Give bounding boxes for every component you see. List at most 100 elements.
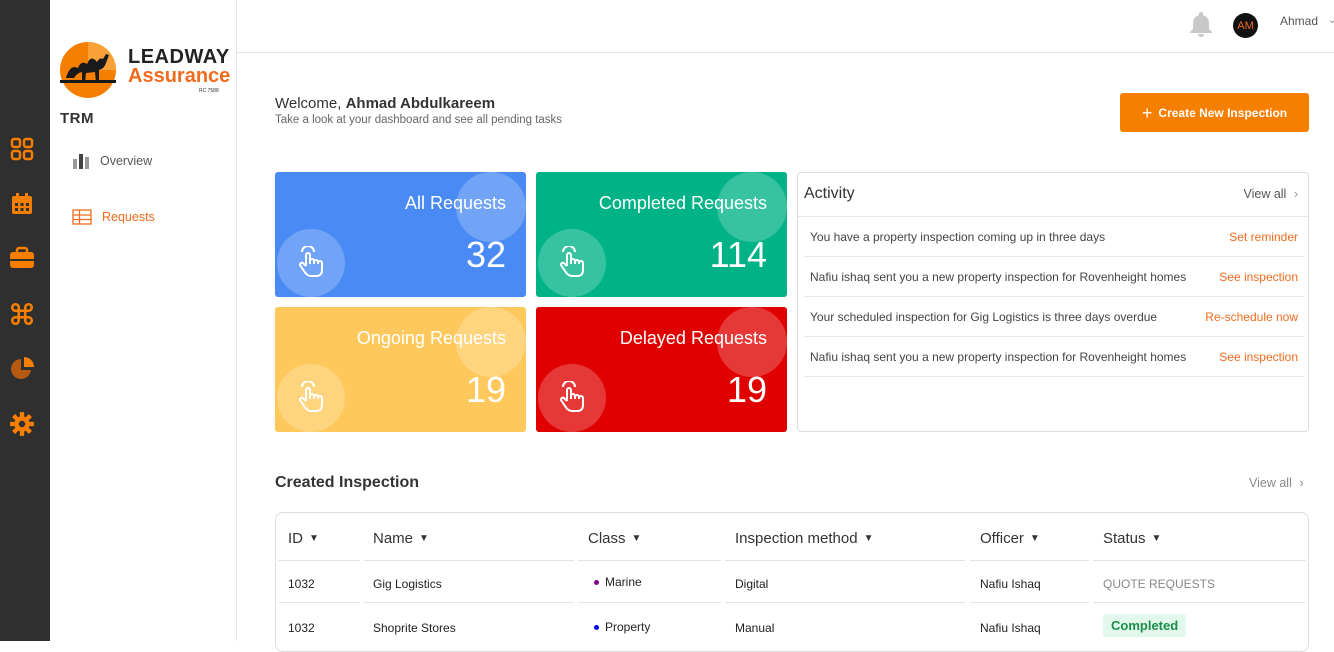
tap-hand-icon [277,229,345,297]
column-label: Name [373,530,414,547]
class-dot-icon [594,625,599,631]
sort-caret-icon: ▼ [631,533,642,544]
class-label: Marine [605,575,642,589]
column-header-class[interactable]: Class ▼ [588,530,641,547]
welcome-username: Ahmad Abdulkareem [345,95,496,112]
welcome-heading: Welcome, Ahmad Abdulkareem [275,95,495,112]
command-icon[interactable] [9,301,35,327]
column-label: Class [588,530,626,547]
brand-line2: Assurance [128,65,231,87]
sidebar-item-overview[interactable]: Overview [72,153,152,169]
briefcase-icon[interactable] [9,245,35,271]
card-title: Ongoing Requests [356,328,506,348]
chevron-right-icon: › [1293,187,1298,201]
column-header-id[interactable]: ID ▼ [288,530,319,547]
app-name: TRM [60,110,94,127]
sidebar-item-requests[interactable]: Requests [72,209,155,225]
card-count: 19 [465,369,506,410]
cell-class: Property [594,620,650,634]
chevron-down-icon[interactable]: ⌄ [1328,15,1334,26]
sidebar-item-label: Overview [100,154,153,168]
card-title: Delayed Requests [619,328,767,348]
welcome-subtitle: Take a look at your dashboard and see al… [275,114,563,126]
activity-view-all-link[interactable]: View all › [1243,187,1298,201]
brand-rc: RC 7588 [199,88,219,94]
view-all-label: View all [1249,476,1292,490]
sidebar: LEADWAY Assurance RC 7588 TRM Overview R… [50,0,237,641]
cell-officer: Nafiu Ishaq [980,621,1041,635]
status-cell: Completed [1103,614,1187,637]
plus-icon: + [1141,102,1153,123]
calendar-icon[interactable] [9,191,35,217]
cell-method: Manual [735,621,775,635]
inspections-table: ID ▼ Name ▼ Class ▼ Inspection method ▼ Offi… [275,512,1309,652]
settings-icon[interactable] [9,411,35,437]
tap-hand-icon [277,364,345,432]
tap-hand-icon [538,364,606,432]
leadway-logo[interactable]: LEADWAY Assurance RC 7588 [58,40,231,98]
cell-method: Digital [735,577,769,591]
dashboard-icon[interactable] [9,136,35,162]
sort-caret-icon: ▼ [419,533,429,544]
activity-action-link[interactable]: Set reminder [1229,230,1298,244]
completed-requests-card[interactable]: Completed Requests 114 [536,172,787,297]
column-header-method[interactable]: Inspection method ▼ [735,530,873,547]
chevron-right-icon: › [1299,476,1304,490]
inspections-view-all-link[interactable]: View all › [1249,476,1304,490]
class-label: Property [605,620,651,634]
sort-caret-icon: ▼ [1029,533,1040,544]
activity-text: Nafiu ishaq sent you a new property insp… [810,269,1187,284]
class-dot-icon [594,580,599,586]
create-inspection-label: Create New Inspection [1158,105,1288,120]
activity-action-link[interactable]: See inspection [1219,350,1298,364]
activity-action-link[interactable]: Re-schedule now [1205,310,1298,324]
bar-chart-icon [73,154,89,169]
activity-text: Your scheduled inspection for Gig Logist… [810,309,1158,324]
cell-name[interactable]: Shoprite Stores [373,621,456,635]
welcome-greeting: Welcome, [275,95,342,112]
sort-caret-icon: ▼ [309,533,319,544]
sidebar-item-label: Requests [102,210,155,224]
activity-row: Nafiu ishaq sent you a new property insp… [804,257,1304,297]
cell-class: Marine [594,575,642,589]
activity-row: You have a property inspection coming up… [804,217,1304,257]
activity-title: Activity [804,185,855,202]
section-title: Created Inspection [275,474,420,491]
cell-id: 1032 [288,621,315,635]
avatar[interactable]: AM [1233,13,1258,38]
delayed-requests-card[interactable]: Delayed Requests 19 [536,307,787,432]
activity-header: Activity View all › [798,173,1308,217]
card-title: All Requests [404,193,506,213]
column-label: Inspection method [735,530,858,547]
card-count: 32 [465,234,506,275]
activity-row: Nafiu ishaq sent you a new property insp… [804,337,1304,377]
icon-rail [0,0,50,641]
table-icon [72,209,92,225]
ongoing-requests-card[interactable]: Ongoing Requests 19 [275,307,526,432]
activity-row: Your scheduled inspection for Gig Logist… [804,297,1304,337]
sort-caret-icon: ▼ [1151,533,1162,544]
card-count: 19 [726,369,767,410]
column-header-officer[interactable]: Officer ▼ [980,530,1040,547]
cell-name[interactable]: Gig Logistics [373,577,442,591]
cell-id: 1032 [288,577,315,591]
card-count: 114 [709,234,767,275]
column-label: Officer [980,530,1024,547]
tap-hand-icon [538,229,606,297]
column-header-status[interactable]: Status ▼ [1103,530,1161,547]
cell-officer: Nafiu Ishaq [980,577,1041,591]
status-badge: QUOTE REQUESTS [1103,577,1216,591]
column-header-name[interactable]: Name ▼ [373,530,429,547]
activity-text: You have a property inspection coming up… [810,229,1106,244]
activity-panel: Activity View all › You have a property … [797,172,1309,432]
activity-action-link[interactable]: See inspection [1219,270,1298,284]
all-requests-card[interactable]: All Requests 32 [275,172,526,297]
pie-chart-icon[interactable] [9,356,35,382]
top-bar: AM Ahmad ⌄ [237,0,1334,53]
column-label: ID [288,530,303,547]
status-badge: Completed [1103,614,1187,637]
sort-caret-icon: ▼ [863,533,874,544]
create-inspection-button[interactable]: + Create New Inspection [1120,93,1309,132]
notification-bell-icon[interactable] [1188,10,1214,43]
user-name[interactable]: Ahmad [1280,14,1318,28]
